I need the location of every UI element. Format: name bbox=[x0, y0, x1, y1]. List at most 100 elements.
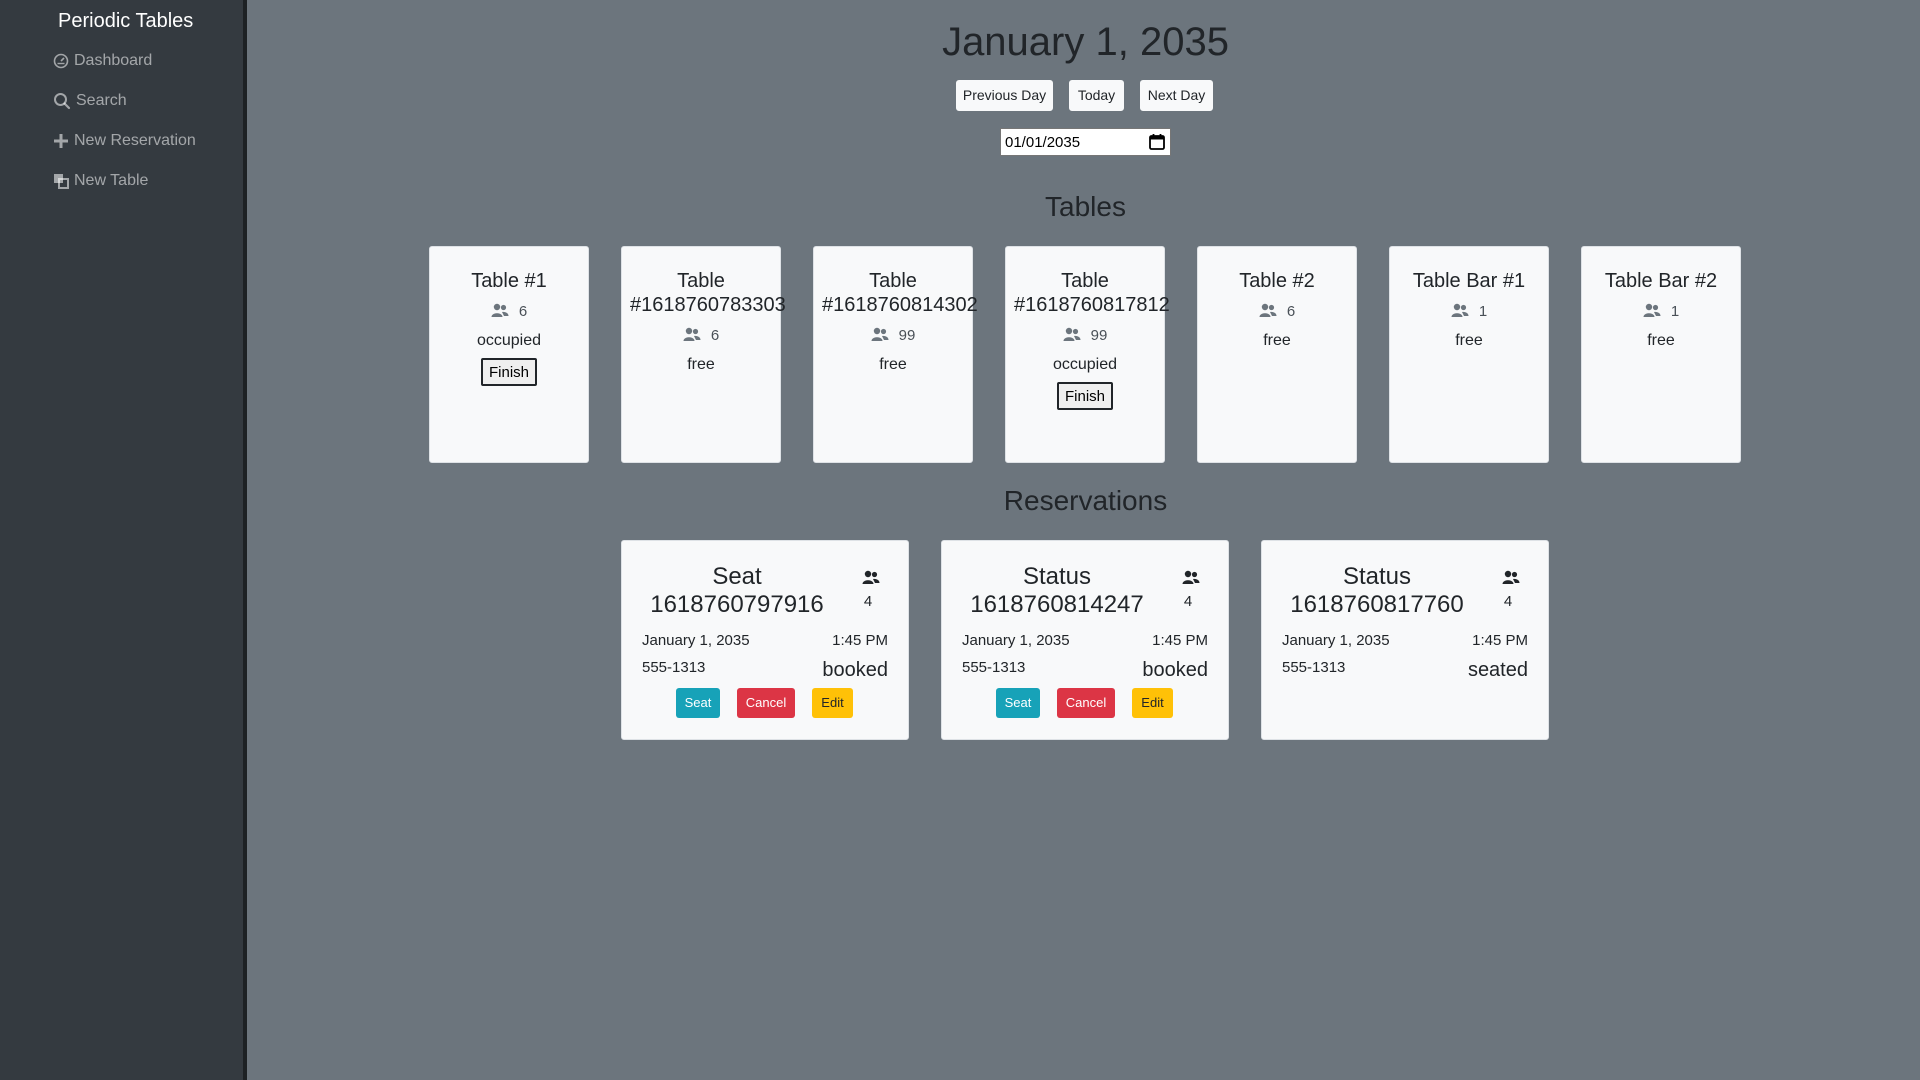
people-icon bbox=[1182, 570, 1200, 584]
people-icon bbox=[1502, 570, 1520, 584]
people-icon bbox=[871, 327, 889, 341]
people-icon bbox=[1643, 303, 1661, 317]
tables-heading: Tables bbox=[1045, 191, 1126, 222]
table-card: Table Bar #2 1 free bbox=[1581, 246, 1741, 463]
table-name: Table #1618760814302 bbox=[822, 270, 978, 316]
reservation-card: Status 1618760817760 4 January 1, 2035 1… bbox=[1261, 540, 1549, 740]
reservation-status: booked bbox=[822, 659, 888, 681]
sidebar-item-label: Dashboard bbox=[74, 52, 153, 69]
reservation-time: 1:45 PM bbox=[832, 632, 888, 649]
reservation-actions: Seat Cancel Edit bbox=[622, 688, 910, 718]
table-capacity: 6 bbox=[430, 301, 588, 321]
reservation-card: Seat 1618760797916 4 January 1, 2035 1:4… bbox=[621, 540, 909, 740]
dashboard-icon bbox=[53, 53, 69, 69]
search-icon bbox=[54, 93, 71, 110]
date-heading: January 1, 2035 bbox=[942, 20, 1229, 64]
edit-button[interactable]: Edit bbox=[812, 688, 853, 718]
table-capacity: 99 bbox=[1006, 325, 1164, 345]
reservation-phone: 555-1313 bbox=[1282, 659, 1346, 676]
table-name: Table #1 bbox=[471, 270, 547, 292]
sidebar-item-label: Search bbox=[76, 92, 127, 109]
reservations-heading: Reservations bbox=[1003, 485, 1168, 516]
table-name: Table #2 bbox=[1239, 270, 1315, 292]
table-capacity: 6 bbox=[1198, 301, 1356, 321]
capacity-value: 6 bbox=[1286, 302, 1296, 320]
edit-button[interactable]: Edit bbox=[1132, 688, 1173, 718]
party-size: 4 bbox=[1503, 593, 1513, 610]
table-card: Table #1 6 occupied Finish bbox=[429, 246, 589, 463]
table-status: free bbox=[1455, 332, 1483, 349]
party-size: 4 bbox=[1183, 593, 1193, 610]
table-card: Table #1618760817812 99 occupied Finish bbox=[1005, 246, 1170, 463]
capacity-value: 6 bbox=[518, 302, 528, 320]
reservation-card: Status 1618760814247 4 January 1, 2035 1… bbox=[941, 540, 1229, 740]
table-card: Table #2 6 free bbox=[1197, 246, 1357, 463]
reservation-name: Seat 1618760797916 bbox=[650, 563, 824, 618]
reservation-status: booked bbox=[1142, 659, 1208, 681]
table-status: free bbox=[1263, 332, 1291, 349]
reservation-phone: 555-1313 bbox=[642, 659, 706, 676]
reservation-actions: Seat Cancel Edit bbox=[942, 688, 1230, 718]
next-day-button[interactable]: Next Day bbox=[1140, 80, 1213, 111]
reservation-date: January 1, 2035 bbox=[1282, 632, 1390, 649]
seat-button[interactable]: Seat bbox=[996, 688, 1040, 718]
reservation-name: Status 1618760817760 bbox=[1290, 563, 1464, 618]
people-icon bbox=[1451, 303, 1469, 317]
previous-day-button[interactable]: Previous Day bbox=[956, 80, 1053, 111]
date-input[interactable]: 01/01/2035 bbox=[1000, 128, 1171, 156]
table-name: Table Bar #1 bbox=[1412, 270, 1526, 292]
seat-button[interactable]: Seat bbox=[676, 688, 720, 718]
sidebar-item-dashboard[interactable]: Dashboard bbox=[53, 51, 152, 71]
table-status: occupied bbox=[1052, 356, 1118, 373]
table-capacity: 1 bbox=[1582, 301, 1740, 321]
reservation-time: 1:45 PM bbox=[1472, 632, 1528, 649]
sidebar-item-new-reservation[interactable]: New Reservation bbox=[53, 131, 196, 151]
plus-icon bbox=[54, 134, 68, 148]
sidebar-item-label: New Reservation bbox=[74, 132, 196, 149]
people-icon bbox=[491, 303, 509, 317]
people-icon bbox=[1259, 303, 1277, 317]
main-content: January 1, 2035 Previous Day Today Next … bbox=[251, 0, 1920, 1080]
capacity-value: 1 bbox=[1478, 302, 1488, 320]
table-card: Table #1618760814302 99 free bbox=[813, 246, 978, 463]
capacity-value: 1 bbox=[1670, 302, 1680, 320]
cancel-button[interactable]: Cancel bbox=[737, 688, 795, 718]
brand-title[interactable]: Periodic Tables bbox=[58, 8, 193, 34]
sidebar-item-new-table[interactable]: New Table bbox=[53, 171, 148, 191]
capacity-value: 99 bbox=[1090, 326, 1108, 344]
table-capacity: 1 bbox=[1390, 301, 1548, 321]
finish-button[interactable]: Finish bbox=[1056, 382, 1113, 410]
sidebar: Periodic Tables Dashboard Search New Res… bbox=[0, 0, 247, 1080]
capacity-value: 99 bbox=[898, 326, 916, 344]
reservation-time: 1:45 PM bbox=[1152, 632, 1208, 649]
table-status: free bbox=[687, 356, 715, 373]
capacity-value: 6 bbox=[710, 326, 720, 344]
people-icon bbox=[1063, 327, 1081, 341]
today-button[interactable]: Today bbox=[1069, 80, 1124, 111]
sidebar-item-label: New Table bbox=[74, 172, 149, 189]
table-name: Table #1618760817812 bbox=[1014, 270, 1170, 316]
table-status: free bbox=[879, 356, 907, 373]
table-capacity: 99 bbox=[814, 325, 972, 345]
party-size: 4 bbox=[863, 593, 873, 610]
sidebar-item-search[interactable]: Search bbox=[53, 91, 127, 111]
calendar-icon[interactable] bbox=[1148, 133, 1166, 151]
finish-button[interactable]: Finish bbox=[480, 358, 537, 386]
table-status: free bbox=[1647, 332, 1675, 349]
reservation-status: seated bbox=[1467, 659, 1528, 681]
table-name: Table Bar #2 bbox=[1604, 270, 1718, 292]
reservation-phone: 555-1313 bbox=[962, 659, 1026, 676]
cancel-button[interactable]: Cancel bbox=[1057, 688, 1115, 718]
table-card: Table Bar #1 1 free bbox=[1389, 246, 1549, 463]
table-card: Table #1618760783303 6 free bbox=[621, 246, 786, 463]
people-icon bbox=[862, 570, 880, 584]
table-status: occupied bbox=[476, 332, 542, 349]
reservation-name: Status 1618760814247 bbox=[970, 563, 1144, 618]
table-icon bbox=[54, 174, 69, 189]
reservation-date: January 1, 2035 bbox=[642, 632, 750, 649]
date-input-value: 01/01/2035 bbox=[1005, 133, 1081, 151]
people-icon bbox=[683, 327, 701, 341]
table-capacity: 6 bbox=[622, 325, 780, 345]
reservation-date: January 1, 2035 bbox=[962, 632, 1070, 649]
table-name: Table #1618760783303 bbox=[630, 270, 786, 316]
